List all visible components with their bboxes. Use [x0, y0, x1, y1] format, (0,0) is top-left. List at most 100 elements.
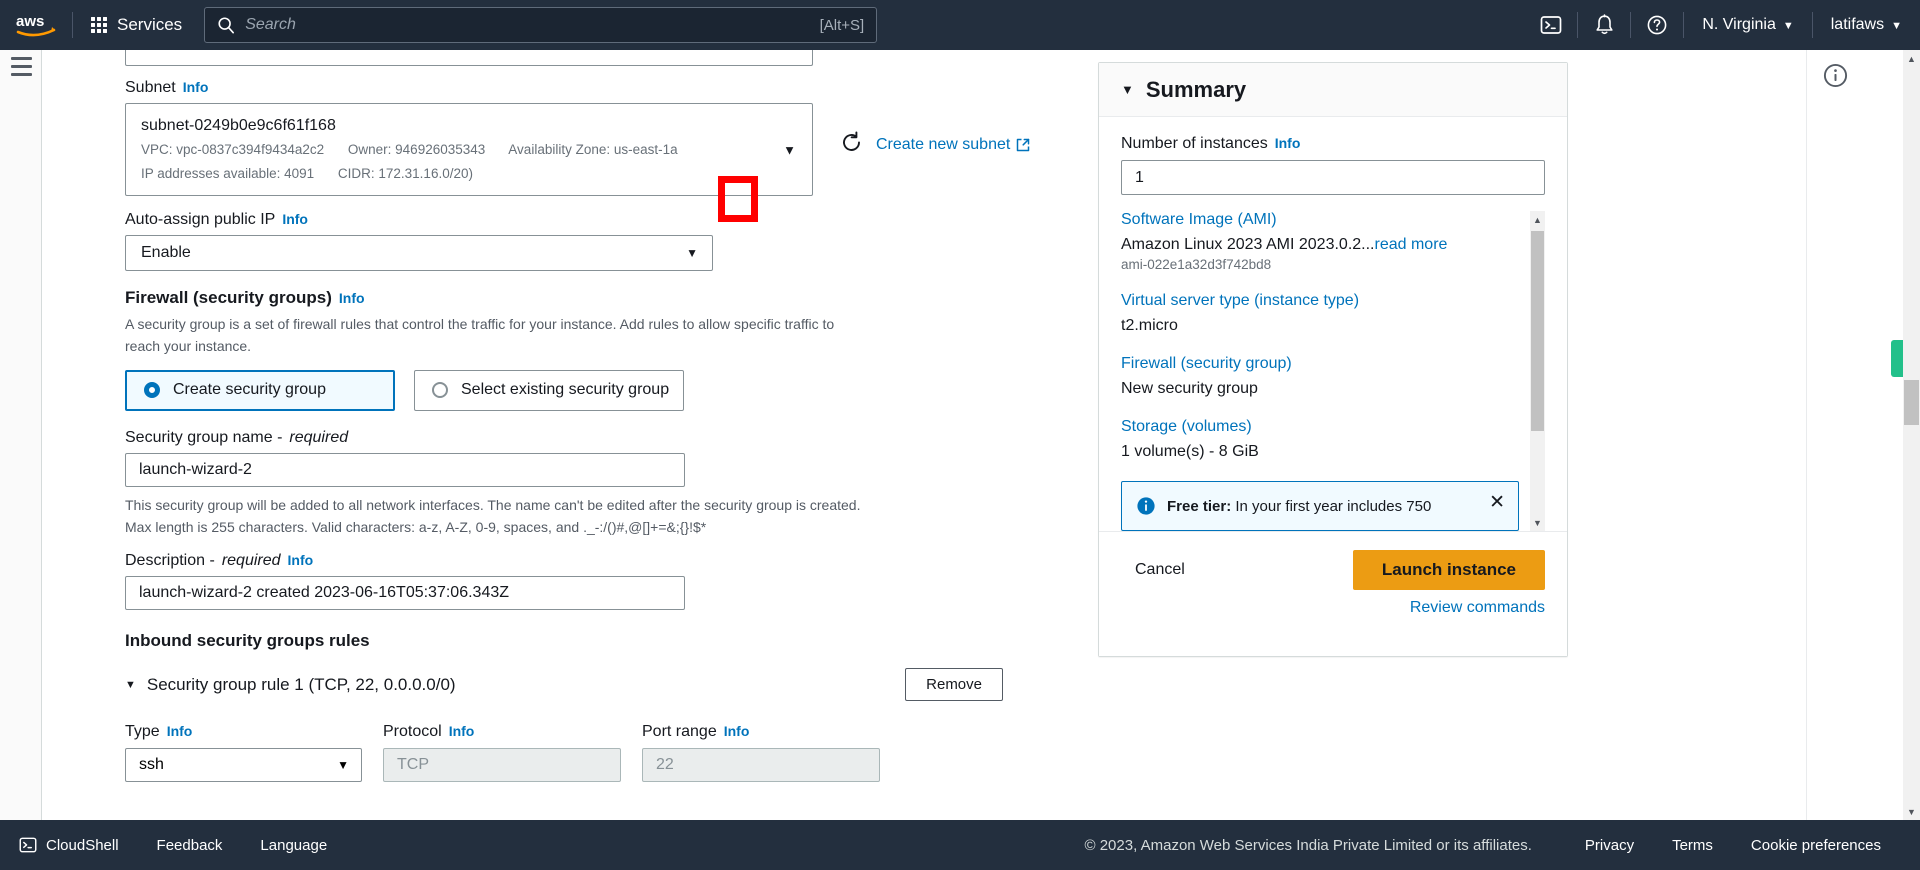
- subnet-select[interactable]: subnet-0249b0e9c6f61f168 VPC: vpc-0837c3…: [125, 103, 813, 197]
- summary-scrollbar[interactable]: ▲ ▼: [1530, 211, 1545, 531]
- number-of-instances-value: 1: [1135, 168, 1144, 186]
- sg-name-value: launch-wizard-2: [139, 460, 252, 478]
- firewall-group: Firewall (security groups) Info A securi…: [125, 288, 1072, 411]
- summary-firewall-link[interactable]: Firewall (security group): [1121, 355, 1519, 373]
- firewall-info-link[interactable]: Info: [339, 290, 365, 306]
- subnet-row: subnet-0249b0e9c6f61f168 VPC: vpc-0837c3…: [125, 103, 1072, 197]
- auto-assign-ip-select[interactable]: Enable ▼: [125, 235, 713, 272]
- sg-name-hint: This security group will be added to all…: [125, 496, 861, 535]
- external-link-icon: [1017, 138, 1030, 152]
- remove-rule-button[interactable]: Remove: [905, 668, 1003, 702]
- summary-ami-readmore-link[interactable]: read more: [1375, 236, 1448, 253]
- sg-name-label-row: Security group name - required: [125, 429, 1072, 447]
- chevron-down-icon: ▼: [337, 758, 349, 773]
- rule-protocol-info-link[interactable]: Info: [449, 723, 475, 739]
- cancel-button[interactable]: Cancel: [1121, 552, 1199, 588]
- close-icon[interactable]: ✕: [1489, 493, 1505, 512]
- auto-assign-ip-info-link[interactable]: Info: [282, 211, 308, 227]
- auto-assign-ip-group: Auto-assign public IP Info Enable ▼: [125, 211, 1072, 272]
- summary-ami-name: Amazon Linux 2023 AMI 2023.0.2...: [1121, 236, 1375, 253]
- security-group-rule-1-toggle[interactable]: ▼ Security group rule 1 (TCP, 22, 0.0.0.…: [125, 675, 456, 695]
- subnet-label-row: Subnet Info: [125, 79, 1072, 97]
- number-of-instances-info-link[interactable]: Info: [1275, 135, 1301, 151]
- summary-ami-value: Amazon Linux 2023 AMI 2023.0.2...read mo…: [1121, 236, 1519, 254]
- account-label: latifaws: [1830, 16, 1885, 33]
- rule-protocol-label: Protocol: [383, 723, 442, 741]
- summary-instance-type-link[interactable]: Virtual server type (instance type): [1121, 292, 1519, 310]
- sg-description-input[interactable]: launch-wizard-2 created 2023-06-16T05:37…: [125, 576, 685, 611]
- hamburger-bar: [11, 73, 32, 76]
- scroll-up-arrow-icon[interactable]: ▲: [1530, 211, 1545, 228]
- rule-port-input: 22: [642, 748, 880, 783]
- footer-privacy-link[interactable]: Privacy: [1566, 837, 1653, 854]
- security-group-description-group: Description - required Info launch-wizar…: [125, 552, 1072, 611]
- rule-protocol-value: TCP: [397, 756, 429, 774]
- help-button[interactable]: [1631, 0, 1683, 50]
- page-scrollbar-thumb[interactable]: [1904, 380, 1919, 425]
- info-circle-icon: [1137, 497, 1155, 515]
- chevron-down-icon: ▼: [1782, 19, 1794, 32]
- summary-header[interactable]: ▼ Summary: [1099, 63, 1567, 117]
- summary-ami-link[interactable]: Software Image (AMI): [1121, 211, 1519, 229]
- auto-assign-ip-label-row: Auto-assign public IP Info: [125, 211, 1072, 229]
- cloudshell-icon: [19, 837, 37, 853]
- radio-create-security-group[interactable]: Create security group: [125, 369, 395, 411]
- footer-language-label: Language: [260, 836, 328, 854]
- services-menu-button[interactable]: Services: [73, 0, 200, 50]
- launch-instance-button[interactable]: Launch instance: [1352, 550, 1545, 590]
- sg-desc-info-link[interactable]: Info: [288, 552, 314, 568]
- feedback-tab[interactable]: [1891, 340, 1903, 377]
- rule-type-label: Type: [125, 723, 160, 741]
- aws-logo[interactable]: aws: [0, 0, 72, 50]
- sg-name-label: Security group name -: [125, 428, 283, 446]
- rule-1-title: Security group rule 1 (TCP, 22, 0.0.0.0/…: [146, 674, 456, 694]
- rule-type-group: Type Info ssh ▼: [125, 723, 362, 783]
- summary-panel: ▼ Summary Number of instances Info 1 Sof…: [1098, 62, 1568, 657]
- subnet-az: Availability Zone: us-east-1a: [508, 141, 678, 157]
- top-navigation-bar: aws Services [Alt+S]: [0, 0, 1920, 50]
- footer-cookie-preferences-link[interactable]: Cookie preferences: [1732, 837, 1900, 854]
- summary-storage-link[interactable]: Storage (volumes): [1121, 418, 1519, 436]
- info-panel-toggle-button[interactable]: [1822, 62, 1849, 94]
- summary-body: Number of instances Info 1 Software Imag…: [1099, 117, 1567, 531]
- cloudshell-button[interactable]: [1525, 0, 1577, 50]
- sidebar-toggle-button[interactable]: [11, 57, 32, 81]
- summary-items-scroll: Software Image (AMI) Amazon Linux 2023 A…: [1121, 211, 1545, 531]
- rule-port-label: Port range: [642, 723, 717, 741]
- footer-cloudshell-button[interactable]: CloudShell: [0, 836, 138, 854]
- refresh-subnets-button[interactable]: [840, 131, 863, 159]
- footer-language-link[interactable]: Language: [241, 837, 346, 854]
- radio-icon: [432, 382, 448, 399]
- number-of-instances-input[interactable]: 1: [1121, 160, 1545, 195]
- subnet-meta-line-2: IP addresses available: 4091 CIDR: 172.3…: [141, 164, 766, 185]
- review-commands-link[interactable]: Review commands: [1410, 599, 1545, 616]
- rule-type-value: ssh: [139, 756, 164, 774]
- footer-feedback-link[interactable]: Feedback: [138, 837, 242, 854]
- create-new-subnet-link[interactable]: Create new subnet: [876, 136, 1030, 154]
- chevron-down-icon: ▼: [783, 142, 796, 158]
- rule-port-info-link[interactable]: Info: [724, 723, 750, 739]
- radio-select-existing-security-group[interactable]: Select existing security group: [414, 369, 684, 411]
- grid-icon: [91, 17, 107, 33]
- sg-name-required: required: [289, 428, 349, 446]
- scroll-down-arrow-icon[interactable]: ▼: [1903, 803, 1920, 820]
- summary-scrollbar-thumb[interactable]: [1531, 231, 1544, 431]
- account-menu[interactable]: latifaws ▼: [1813, 0, 1920, 50]
- rule-type-info-link[interactable]: Info: [167, 723, 193, 739]
- footer-terms-link[interactable]: Terms: [1653, 837, 1732, 854]
- sg-name-input[interactable]: launch-wizard-2: [125, 452, 685, 487]
- previous-field-cutoff[interactable]: [125, 50, 813, 66]
- region-selector[interactable]: N. Virginia ▼: [1684, 0, 1811, 50]
- scroll-down-arrow-icon[interactable]: ▼: [1530, 514, 1545, 531]
- free-tier-bold: Free tier:: [1167, 497, 1232, 515]
- rule-type-select[interactable]: ssh ▼: [125, 748, 362, 783]
- global-search-bar[interactable]: [Alt+S]: [204, 7, 878, 43]
- page-scrollbar[interactable]: ▲ ▼: [1903, 50, 1920, 820]
- hamburger-bar: [11, 65, 32, 68]
- scroll-up-arrow-icon[interactable]: ▲: [1903, 50, 1920, 67]
- hamburger-bar: [11, 57, 32, 60]
- summary-firewall-value: New security group: [1121, 380, 1258, 397]
- subnet-info-link[interactable]: Info: [183, 79, 209, 95]
- notifications-button[interactable]: [1578, 0, 1630, 50]
- search-input[interactable]: [245, 16, 820, 34]
